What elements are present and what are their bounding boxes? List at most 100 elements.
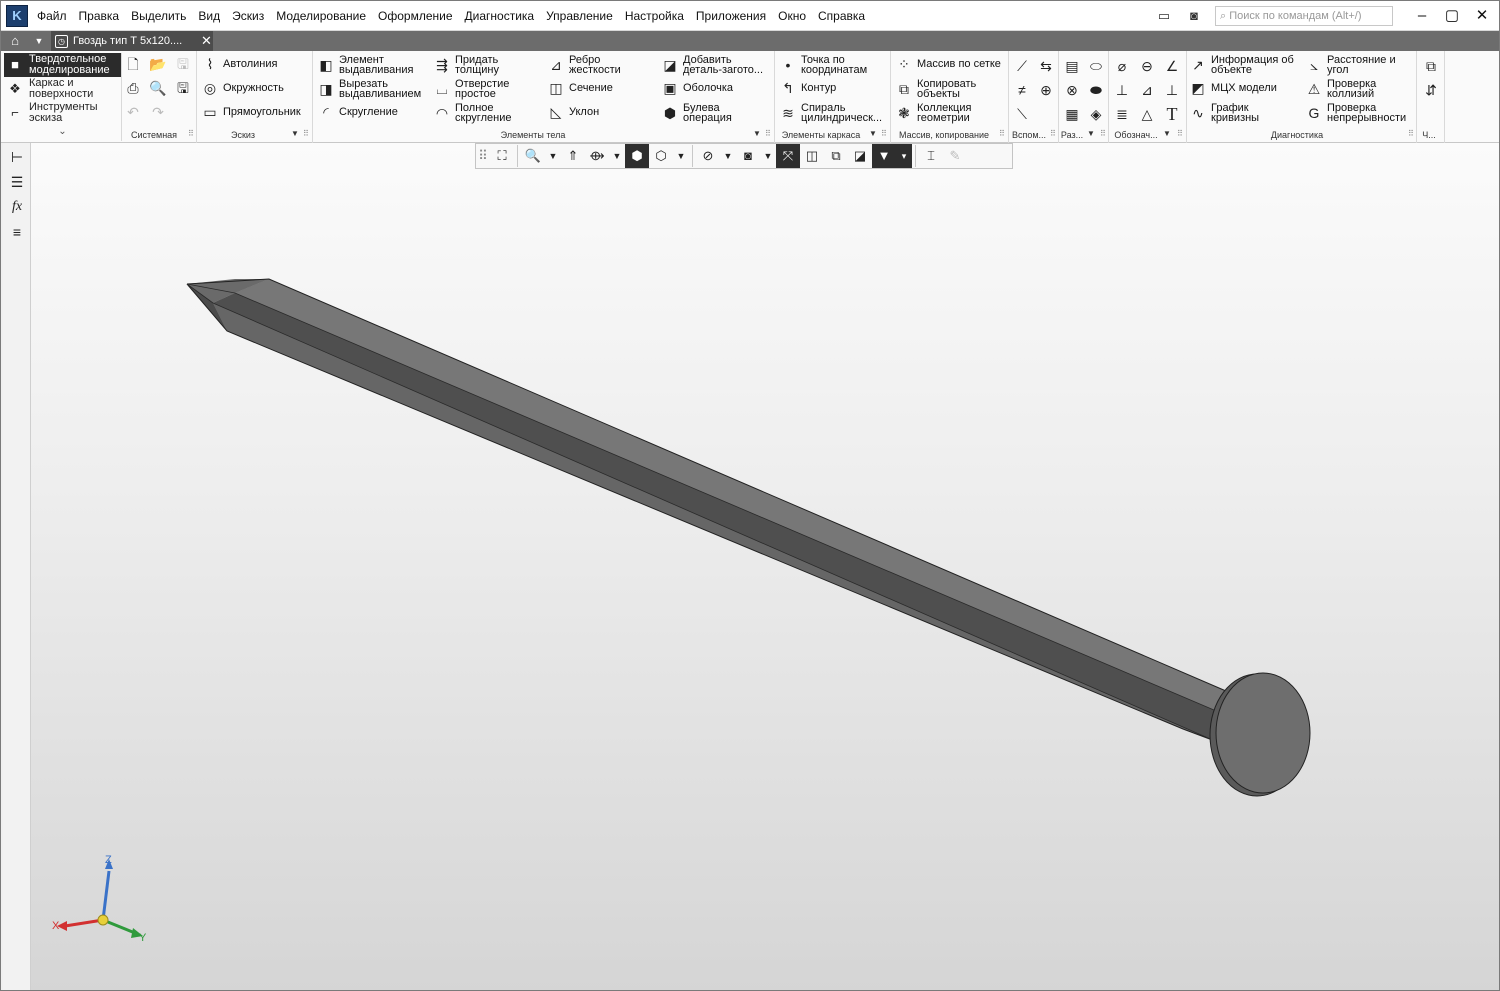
preview-icon[interactable]: 🔍 <box>147 77 169 99</box>
maximize-button[interactable]: ▢ <box>1437 1 1467 31</box>
menu-view[interactable]: Вид <box>192 1 226 31</box>
close-tab-icon[interactable]: ✕ <box>201 33 212 49</box>
menu-edit[interactable]: Правка <box>73 1 126 31</box>
aux-lcs-icon[interactable]: ⊕ <box>1035 79 1057 101</box>
marking-icon[interactable]: ⊥ <box>1161 79 1183 101</box>
copy-view-icon[interactable]: ⧉ <box>824 144 848 168</box>
command-search-input[interactable]: ⌕ Поиск по командам (Alt+/) <box>1215 6 1393 26</box>
toolbar-grip-icon[interactable]: ⠿ <box>476 144 490 168</box>
wireframe-display-icon[interactable]: ⬡ <box>649 144 673 168</box>
close-button[interactable]: ✕ <box>1467 1 1497 31</box>
redo-icon[interactable]: ↷ <box>147 101 169 123</box>
contour-button[interactable]: ↰ Контур <box>779 79 836 97</box>
model-tree-icon[interactable]: ⊢ <box>5 146 29 168</box>
menu-management[interactable]: Управление <box>540 1 619 31</box>
point-by-coords-button[interactable]: • Точка по координатам <box>779 55 868 76</box>
continuity-check-button[interactable]: G Проверка непрерывности <box>1305 103 1407 124</box>
group-dropdown-icon[interactable]: ▼ <box>1163 129 1171 138</box>
visibility-dropdown-icon[interactable]: ▼ <box>760 144 776 168</box>
print-icon[interactable]: ⎙ <box>122 77 144 99</box>
base-notation-icon[interactable]: ⊥ <box>1111 79 1133 101</box>
view-layout-icon[interactable]: ⧉ <box>1420 55 1442 77</box>
shell-button[interactable]: ▣ Оболочка <box>661 79 733 97</box>
aux-axis-icon[interactable]: ⇆ <box>1035 55 1057 77</box>
section-surface-icon[interactable]: ⬭ <box>1085 55 1107 77</box>
group-grip-icon[interactable]: ⠿ <box>1050 129 1056 138</box>
group-dropdown-icon[interactable]: ▼ <box>291 129 299 138</box>
mode-wireframe-surfaces[interactable]: ❖ Каркас и поверхности <box>4 77 121 101</box>
split-body-icon[interactable]: ⊗ <box>1061 79 1083 101</box>
cut-extrude-button[interactable]: ◨ Вырезать выдавливанием <box>317 79 421 100</box>
snap-icon[interactable]: ⤧ <box>776 144 800 168</box>
draft-button[interactable]: ◺ Уклон <box>547 103 600 121</box>
extrude-button[interactable]: ◧ Элемент выдавливания <box>317 55 413 76</box>
group-dropdown-icon[interactable]: ▼ <box>869 129 877 138</box>
menu-formatting[interactable]: Оформление <box>372 1 458 31</box>
autoline-button[interactable]: ⌇ Автолиния <box>201 55 278 73</box>
rectangle-button[interactable]: ▭ Прямоугольник <box>201 103 300 121</box>
aux-line-icon[interactable]: ⟍ <box>1011 103 1033 125</box>
distance-angle-button[interactable]: ⦣ Расстояние и угол <box>1305 55 1396 76</box>
curvature-graph-button[interactable]: ∿ График кривизны <box>1189 103 1259 124</box>
3d-viewport[interactable]: Z X Y ⠿ ⛶ 🔍 ▼ ⇑ ⟴ ▼ ⬢ ⬡ ▼ ⊘ ▼ ◙ ▼ ⤧ ◫ ⧉ … <box>31 143 1499 991</box>
section-plane-icon[interactable]: ▤ <box>1061 55 1083 77</box>
minimize-button[interactable]: – <box>1407 1 1437 31</box>
zoom-dropdown-icon[interactable]: ▼ <box>545 144 561 168</box>
section-view-icon[interactable]: ◈ <box>1085 103 1107 125</box>
group-grip-icon[interactable]: ⠿ <box>999 129 1005 138</box>
filter-dropdown-icon[interactable]: ▾ <box>896 144 912 168</box>
menu-sketch[interactable]: Эскиз <box>226 1 270 31</box>
menu-applications[interactable]: Приложения <box>690 1 772 31</box>
thread-icon[interactable]: ⊖ <box>1136 55 1158 77</box>
mass-properties-button[interactable]: ◩ МЦХ модели <box>1189 79 1277 97</box>
visibility-icon[interactable]: ◙ <box>736 144 760 168</box>
open-folder-icon[interactable]: 📂 <box>147 53 169 75</box>
new-document-icon[interactable]: 🗋 <box>122 53 144 75</box>
fillet-button[interactable]: ◜ Скругление <box>317 103 398 121</box>
nail-model[interactable] <box>31 143 1499 991</box>
zoom-icon[interactable]: 🔍 <box>521 144 545 168</box>
nail-head[interactable] <box>1215 672 1311 794</box>
hide-dropdown-icon[interactable]: ▼ <box>720 144 736 168</box>
layers-view-icon[interactable]: ◪ <box>848 144 872 168</box>
weld-icon[interactable]: ≣ <box>1111 103 1133 125</box>
add-blank-part-button[interactable]: ◪ Добавить деталь-загото... <box>661 55 763 76</box>
rotate-view-icon[interactable]: ⟴ <box>585 144 609 168</box>
menu-settings[interactable]: Настройка <box>619 1 690 31</box>
save-icon[interactable]: 🖫 <box>172 53 194 75</box>
group-grip-icon[interactable]: ⠿ <box>188 129 194 138</box>
cut-surface-icon[interactable]: ⬬ <box>1085 79 1107 101</box>
group-grip-icon[interactable]: ⠿ <box>1177 129 1183 138</box>
group-grip-icon[interactable]: ⠿ <box>1100 129 1106 138</box>
tab-list-dropdown[interactable]: ▼ <box>29 32 49 50</box>
orientation-icon[interactable]: ⛶ <box>490 144 514 168</box>
thicken-button[interactable]: ⇶ Придать толщину <box>433 55 499 76</box>
menu-select[interactable]: Выделить <box>125 1 192 31</box>
menu-modeling[interactable]: Моделирование <box>270 1 372 31</box>
geometry-collection-button[interactable]: ❃ Коллекция геометрии <box>895 103 971 124</box>
object-info-button[interactable]: ↗ Информация об объекте <box>1189 55 1294 76</box>
cross-section-icon[interactable]: ▦ <box>1061 103 1083 125</box>
text-icon[interactable]: T <box>1161 103 1183 125</box>
measure-icon[interactable]: ⌶ <box>919 144 943 168</box>
group-dropdown-icon[interactable]: ▼ <box>753 129 761 138</box>
leader-icon[interactable]: ⌀ <box>1111 55 1133 77</box>
collision-check-button[interactable]: ⚠ Проверка коллизий <box>1305 79 1377 100</box>
group-grip-icon[interactable]: ⠿ <box>765 129 771 138</box>
rib-button[interactable]: ⊿ Ребро жесткости <box>547 55 621 76</box>
datum-icon[interactable]: △ <box>1136 103 1158 125</box>
mode-sketch-tools[interactable]: ⌐ Инструменты эскиза <box>4 101 121 125</box>
save-as-icon[interactable]: 🖫 <box>172 77 194 99</box>
grid-array-button[interactable]: ⁘ Массив по сетке <box>895 55 1001 73</box>
undo-icon[interactable]: ↶ <box>122 101 144 123</box>
menu-diagnostics[interactable]: Диагностика <box>459 1 541 31</box>
boolean-button[interactable]: ⬢ Булева операция <box>661 103 732 124</box>
kompas-logo-icon[interactable]: K <box>6 5 28 27</box>
copy-objects-button[interactable]: ⧉ Копировать объекты <box>895 79 976 100</box>
shaded-display-icon[interactable]: ⬢ <box>625 144 649 168</box>
menu-file[interactable]: Файл <box>31 1 73 31</box>
hole-button[interactable]: ⌴ Отверстие простое <box>433 79 509 100</box>
menu-window[interactable]: Окно <box>772 1 812 31</box>
aux-plane-icon[interactable]: ⟋ <box>1011 55 1033 77</box>
tolerance-icon[interactable]: ⊿ <box>1136 79 1158 101</box>
